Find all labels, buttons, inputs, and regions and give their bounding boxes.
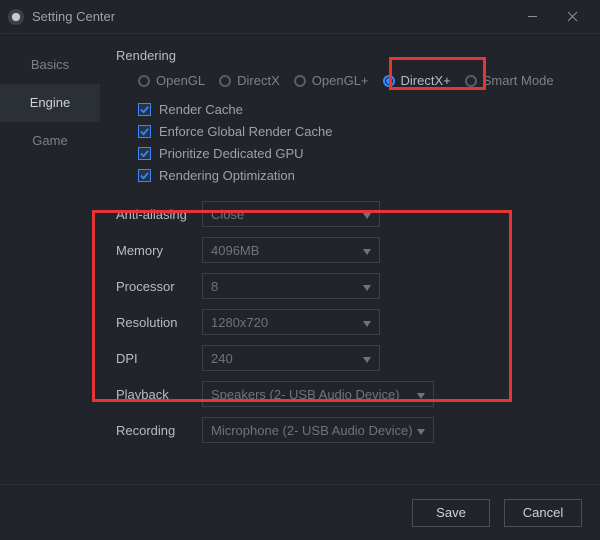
check-rendering-optimization[interactable]: Rendering Optimization <box>138 164 584 186</box>
footer: Save Cancel <box>0 484 600 540</box>
radio-dot-icon <box>383 75 395 87</box>
check-enforce-global-render-cache[interactable]: Enforce Global Render Cache <box>138 120 584 142</box>
label-recording: Recording <box>116 423 190 438</box>
minimize-button[interactable] <box>512 0 552 34</box>
radio-dot-icon <box>465 75 477 87</box>
check-label: Enforce Global Render Cache <box>159 124 332 139</box>
close-button[interactable] <box>552 0 592 34</box>
label-playback: Playback <box>116 387 190 402</box>
sidebar-item-engine[interactable]: Engine <box>0 84 100 122</box>
select-value: 240 <box>211 351 233 366</box>
select-value: 1280x720 <box>211 315 268 330</box>
settings-window: Setting Center Basics Engine Game Render… <box>0 0 600 540</box>
chevron-down-icon <box>417 423 425 438</box>
radio-directxplus[interactable]: DirectX+ <box>383 73 451 88</box>
select-playback[interactable]: Speakers (2- USB Audio Device) <box>202 381 434 407</box>
sidebar-item-basics[interactable]: Basics <box>0 46 100 84</box>
radio-opengl[interactable]: OpenGL <box>138 73 205 88</box>
select-memory[interactable]: 4096MB <box>202 237 380 263</box>
save-button[interactable]: Save <box>412 499 490 527</box>
check-prioritize-dedicated-gpu[interactable]: Prioritize Dedicated GPU <box>138 142 584 164</box>
select-dpi[interactable]: 240 <box>202 345 380 371</box>
app-icon <box>8 9 24 25</box>
label-memory: Memory <box>116 243 190 258</box>
select-processor[interactable]: 8 <box>202 273 380 299</box>
radio-directx[interactable]: DirectX <box>219 73 280 88</box>
renderer-radio-group: OpenGL DirectX OpenGL+ DirectX+ Smart Mo… <box>116 73 584 88</box>
row-memory: Memory 4096MB <box>116 232 584 268</box>
sidebar: Basics Engine Game <box>0 34 100 484</box>
checkbox-icon <box>138 147 151 160</box>
chevron-down-icon <box>363 315 371 330</box>
radio-dot-icon <box>294 75 306 87</box>
radio-label: Smart Mode <box>483 73 554 88</box>
checkbox-icon <box>138 125 151 138</box>
chevron-down-icon <box>363 279 371 294</box>
row-dpi: DPI 240 <box>116 340 584 376</box>
select-value: Close <box>211 207 244 222</box>
check-label: Prioritize Dedicated GPU <box>159 146 304 161</box>
select-recording[interactable]: Microphone (2- USB Audio Device) <box>202 417 434 443</box>
content-panel: Rendering OpenGL DirectX OpenGL+ DirectX… <box>100 34 600 484</box>
titlebar: Setting Center <box>0 0 600 34</box>
radio-openglplus[interactable]: OpenGL+ <box>294 73 369 88</box>
label-anti-aliasing: Anti-aliasing <box>116 207 190 222</box>
rendering-title: Rendering <box>116 48 584 63</box>
label-processor: Processor <box>116 279 190 294</box>
check-label: Render Cache <box>159 102 243 117</box>
select-anti-aliasing[interactable]: Close <box>202 201 380 227</box>
render-check-list: Render Cache Enforce Global Render Cache… <box>116 98 584 186</box>
radio-label: OpenGL+ <box>312 73 369 88</box>
select-resolution[interactable]: 1280x720 <box>202 309 380 335</box>
check-render-cache[interactable]: Render Cache <box>138 98 584 120</box>
checkbox-icon <box>138 103 151 116</box>
radio-smartmode[interactable]: Smart Mode <box>465 73 554 88</box>
select-value: 8 <box>211 279 218 294</box>
radio-dot-icon <box>138 75 150 87</box>
chevron-down-icon <box>363 207 371 222</box>
cancel-button[interactable]: Cancel <box>504 499 582 527</box>
radio-label: OpenGL <box>156 73 205 88</box>
select-value: Microphone (2- USB Audio Device) <box>211 423 413 438</box>
sidebar-item-game[interactable]: Game <box>0 122 100 160</box>
row-resolution: Resolution 1280x720 <box>116 304 584 340</box>
select-value: Speakers (2- USB Audio Device) <box>211 387 400 402</box>
chevron-down-icon <box>363 351 371 366</box>
row-playback: Playback Speakers (2- USB Audio Device) <box>116 376 584 412</box>
engine-form: Anti-aliasing Close Memory 4096MB Proces… <box>116 196 584 448</box>
window-title: Setting Center <box>32 9 115 24</box>
label-resolution: Resolution <box>116 315 190 330</box>
label-dpi: DPI <box>116 351 190 366</box>
select-value: 4096MB <box>211 243 259 258</box>
row-recording: Recording Microphone (2- USB Audio Devic… <box>116 412 584 448</box>
radio-label: DirectX+ <box>401 73 451 88</box>
row-anti-aliasing: Anti-aliasing Close <box>116 196 584 232</box>
checkbox-icon <box>138 169 151 182</box>
radio-dot-icon <box>219 75 231 87</box>
chevron-down-icon <box>417 387 425 402</box>
chevron-down-icon <box>363 243 371 258</box>
row-processor: Processor 8 <box>116 268 584 304</box>
check-label: Rendering Optimization <box>159 168 295 183</box>
radio-label: DirectX <box>237 73 280 88</box>
